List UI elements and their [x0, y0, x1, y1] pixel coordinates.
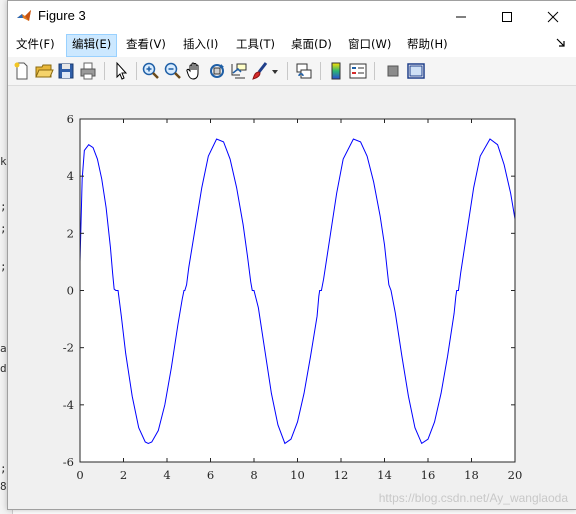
menu-help[interactable]: 帮助(H)	[402, 34, 453, 55]
editor-text: a	[0, 342, 7, 355]
editor-text: 8	[0, 480, 7, 493]
close-icon	[547, 11, 559, 22]
x-tick-label: 16	[421, 468, 436, 482]
editor-text: ;	[0, 462, 7, 475]
zoom-in-icon[interactable]	[141, 61, 161, 81]
y-tick-label: -4	[63, 398, 74, 412]
brush-dropdown-icon[interactable]	[270, 61, 280, 81]
colorbar-icon[interactable]	[326, 61, 346, 81]
x-tick-label: 18	[464, 468, 479, 482]
legend-icon[interactable]	[348, 61, 368, 81]
x-tick-label: 20	[508, 468, 523, 482]
y-tick-label: -6	[63, 455, 74, 469]
line-plot[interactable]: 0 2 4 6 8 10 12 14 16 18 206420-2-4-6	[8, 86, 576, 509]
x-tick-label: 10	[290, 468, 305, 482]
print-icon[interactable]	[78, 61, 98, 81]
toolbar-separator	[320, 62, 321, 80]
menu-file[interactable]: 文件(F)	[11, 34, 60, 55]
show-plot-tools-icon[interactable]	[406, 61, 426, 81]
new-figure-icon[interactable]	[12, 61, 32, 81]
menu-desktop[interactable]: 桌面(D)	[286, 34, 337, 55]
menu-edit[interactable]: 编辑(E)	[66, 34, 118, 57]
y-tick-label: 2	[67, 226, 74, 240]
link-plot-icon[interactable]	[294, 61, 314, 81]
watermark: https://blog.csdn.net/Ay_wanglaoda	[378, 491, 568, 505]
x-tick-label: 0	[76, 468, 83, 482]
y-tick-label: -2	[63, 341, 74, 355]
plot-area	[80, 119, 515, 462]
editor-text: ;	[0, 200, 7, 213]
maximize-icon	[502, 11, 512, 22]
menu-insert[interactable]: 插入(I)	[178, 34, 223, 55]
minimize-button[interactable]	[438, 1, 484, 32]
x-tick-label: 2	[120, 468, 127, 482]
dock-arrow-icon[interactable]	[556, 38, 566, 48]
x-tick-label: 6	[207, 468, 214, 482]
y-tick-label: 6	[67, 112, 74, 126]
figure-window: Figure 3 文件(F) 编辑(E) 查看(V) 插入(I) 工具(T) 桌…	[7, 0, 576, 510]
minimize-icon	[456, 16, 466, 17]
menu-view[interactable]: 查看(V)	[121, 34, 171, 55]
toolbar-separator	[287, 62, 288, 80]
window-title: Figure 3	[38, 8, 86, 23]
hide-plot-tools-icon[interactable]	[383, 61, 403, 81]
data-cursor-icon[interactable]	[229, 61, 249, 81]
close-button[interactable]	[530, 1, 576, 32]
open-file-icon[interactable]	[34, 61, 54, 81]
matlab-logo-icon	[17, 10, 31, 21]
menu-window[interactable]: 窗口(W)	[343, 34, 396, 55]
x-tick-label: 12	[334, 468, 349, 482]
editor-text: d	[0, 362, 7, 375]
pan-hand-icon[interactable]	[185, 61, 205, 81]
title-bar[interactable]: Figure 3	[8, 1, 576, 32]
save-icon[interactable]	[56, 61, 76, 81]
editor-text: ;	[0, 222, 7, 235]
editor-text: ;	[0, 260, 7, 273]
toolbar-separator	[374, 62, 375, 80]
rotate-3d-icon[interactable]	[207, 61, 227, 81]
maximize-button[interactable]	[484, 1, 530, 32]
y-tick-label: 0	[67, 284, 74, 298]
brush-icon[interactable]	[251, 61, 271, 81]
figure-canvas: 0 2 4 6 8 10 12 14 16 18 20 6 4 2 0 -2 -4 -6 https://blog…	[8, 86, 576, 509]
toolbar	[8, 57, 576, 86]
x-tick-label: 8	[250, 468, 257, 482]
toolbar-separator	[136, 62, 137, 80]
y-tick-label: 4	[67, 169, 74, 183]
menu-bar: 文件(F) 编辑(E) 查看(V) 插入(I) 工具(T) 桌面(D) 窗口(W…	[8, 32, 576, 57]
pointer-icon[interactable]	[111, 61, 131, 81]
editor-text: k	[0, 155, 7, 168]
zoom-out-icon[interactable]	[163, 61, 183, 81]
x-tick-label: 14	[377, 468, 392, 482]
x-tick-label: 4	[163, 468, 170, 482]
menu-tools[interactable]: 工具(T)	[231, 34, 280, 55]
toolbar-separator	[104, 62, 105, 80]
